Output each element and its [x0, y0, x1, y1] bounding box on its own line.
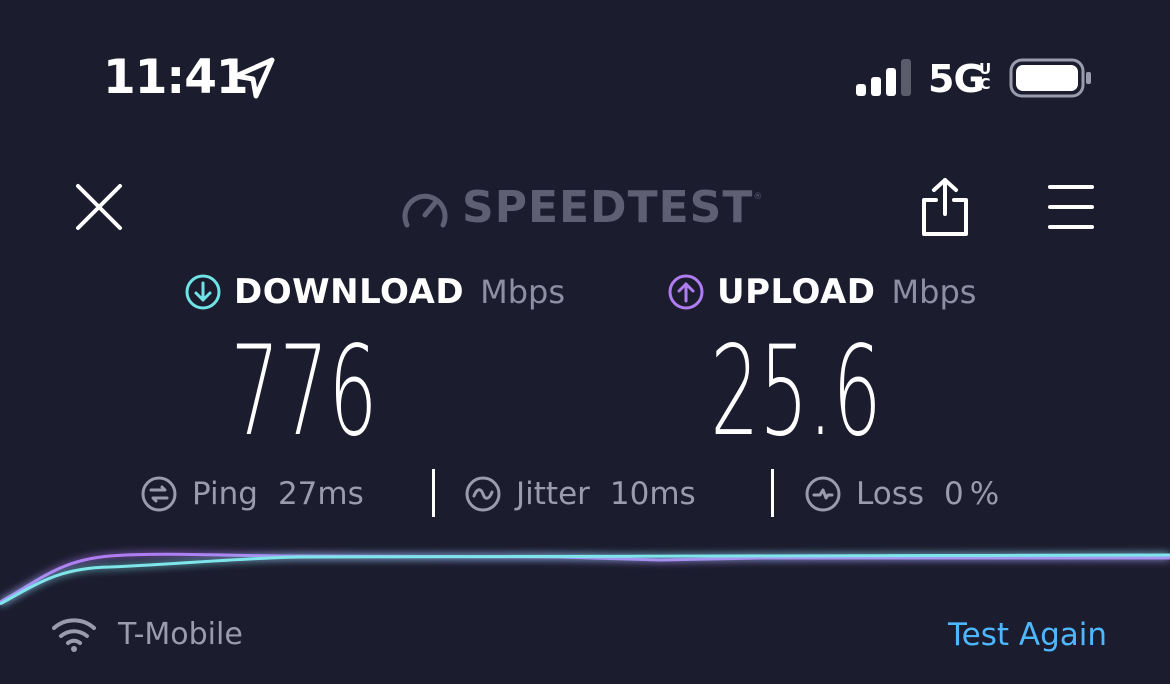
stats-divider	[771, 469, 774, 517]
stats-divider	[432, 469, 435, 517]
ping-label: Ping	[192, 476, 258, 512]
wifi-icon	[52, 618, 96, 652]
loss-unit: %	[969, 476, 1000, 512]
loss-icon	[805, 476, 841, 512]
upload-speed-value: 25.6	[710, 320, 882, 464]
battery-icon	[1009, 58, 1091, 98]
download-title: DOWNLOAD	[234, 272, 465, 312]
upload-unit: Mbps	[891, 273, 977, 311]
hamburger-menu-icon	[1048, 185, 1094, 229]
download-unit: Mbps	[480, 273, 565, 311]
ping-unit: ms	[317, 476, 364, 512]
upload-title: UPLOAD	[717, 272, 876, 312]
logo-text: SPEEDTEST	[462, 182, 754, 233]
logo-trademark: ®	[753, 192, 763, 202]
speedtest-logo: SPEEDTEST ®	[398, 182, 762, 234]
network-type: 5G	[928, 57, 985, 101]
download-graph-line	[0, 553, 1170, 606]
share-icon	[922, 178, 968, 236]
ping-value: 27ms	[278, 476, 364, 512]
ping-stat: Ping 27ms	[140, 472, 364, 516]
jitter-icon	[465, 476, 501, 512]
download-label: DOWNLOAD Mbps	[184, 271, 565, 313]
share-button[interactable]	[918, 176, 972, 238]
jitter-unit: ms	[649, 476, 696, 512]
loss-stat: Loss 0%	[804, 472, 999, 516]
close-button[interactable]	[72, 180, 126, 234]
menu-button[interactable]	[1046, 182, 1096, 232]
loss-label: Loss	[856, 476, 924, 512]
test-again-button[interactable]: Test Again	[948, 614, 1107, 656]
jitter-value: 10ms	[610, 476, 696, 512]
network-superscript-text: UC	[979, 60, 992, 93]
speed-graph	[0, 552, 1170, 606]
upload-arrow-icon	[668, 274, 704, 310]
jitter-stat: Jitter 10ms	[464, 472, 696, 516]
network-superscript: UC	[979, 62, 993, 92]
close-icon	[76, 184, 122, 230]
loss-value: 0%	[944, 476, 999, 512]
download-speed-value: 776	[230, 320, 378, 464]
location-arrow-icon	[233, 57, 275, 99]
speedometer-icon	[402, 193, 448, 228]
upload-graph-line	[0, 552, 1170, 604]
ping-icon	[141, 476, 177, 512]
cellular-signal-icon	[856, 59, 911, 96]
ping-number: 27	[277, 476, 318, 512]
upload-label: UPLOAD Mbps	[667, 271, 976, 313]
carrier-name: T-Mobile	[118, 617, 243, 652]
jitter-label: Jitter	[516, 476, 590, 512]
jitter-number: 10	[609, 476, 650, 512]
download-arrow-icon	[185, 274, 221, 310]
status-time: 11:41	[103, 50, 249, 105]
loss-number: 0	[944, 476, 964, 512]
